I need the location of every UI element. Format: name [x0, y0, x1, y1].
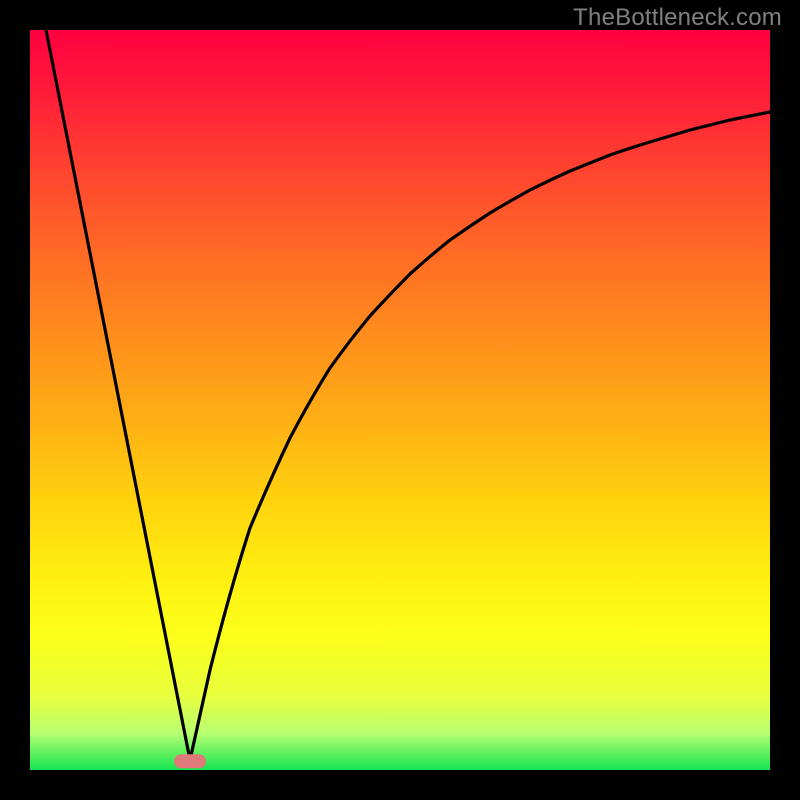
bottleneck-marker	[174, 754, 206, 768]
plot-area	[30, 30, 770, 770]
watermark-text: TheBottleneck.com	[573, 4, 782, 32]
chart-frame: TheBottleneck.com	[0, 0, 800, 800]
curve-left-segment	[46, 30, 190, 760]
curve-right-segment	[190, 112, 770, 760]
bottleneck-curve	[30, 30, 770, 770]
